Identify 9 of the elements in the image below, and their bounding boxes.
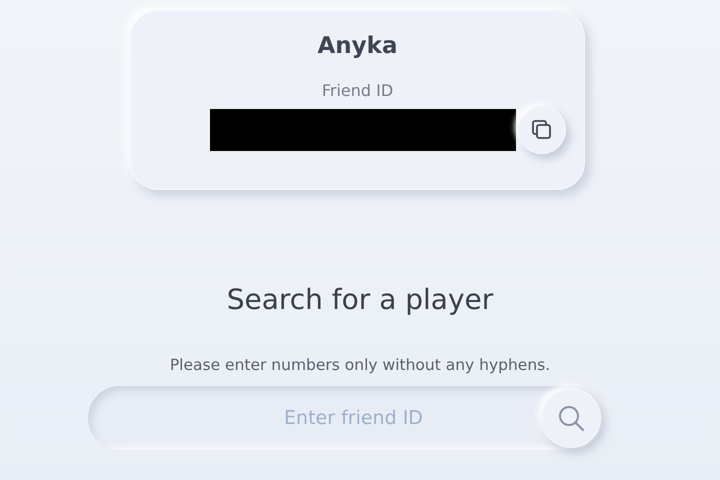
search-title: Search for a player [226, 283, 494, 316]
friend-id-field[interactable]: Enter friend ID [88, 406, 541, 430]
player-name: Anyka [318, 33, 398, 59]
search-button[interactable] [541, 388, 601, 448]
copy-icon [532, 120, 552, 140]
copy-button[interactable] [518, 106, 566, 154]
search-hint: Please enter numbers only without any hyphens. [168, 356, 552, 374]
friend-id-label: Friend ID [322, 81, 394, 100]
search-icon [557, 404, 585, 432]
